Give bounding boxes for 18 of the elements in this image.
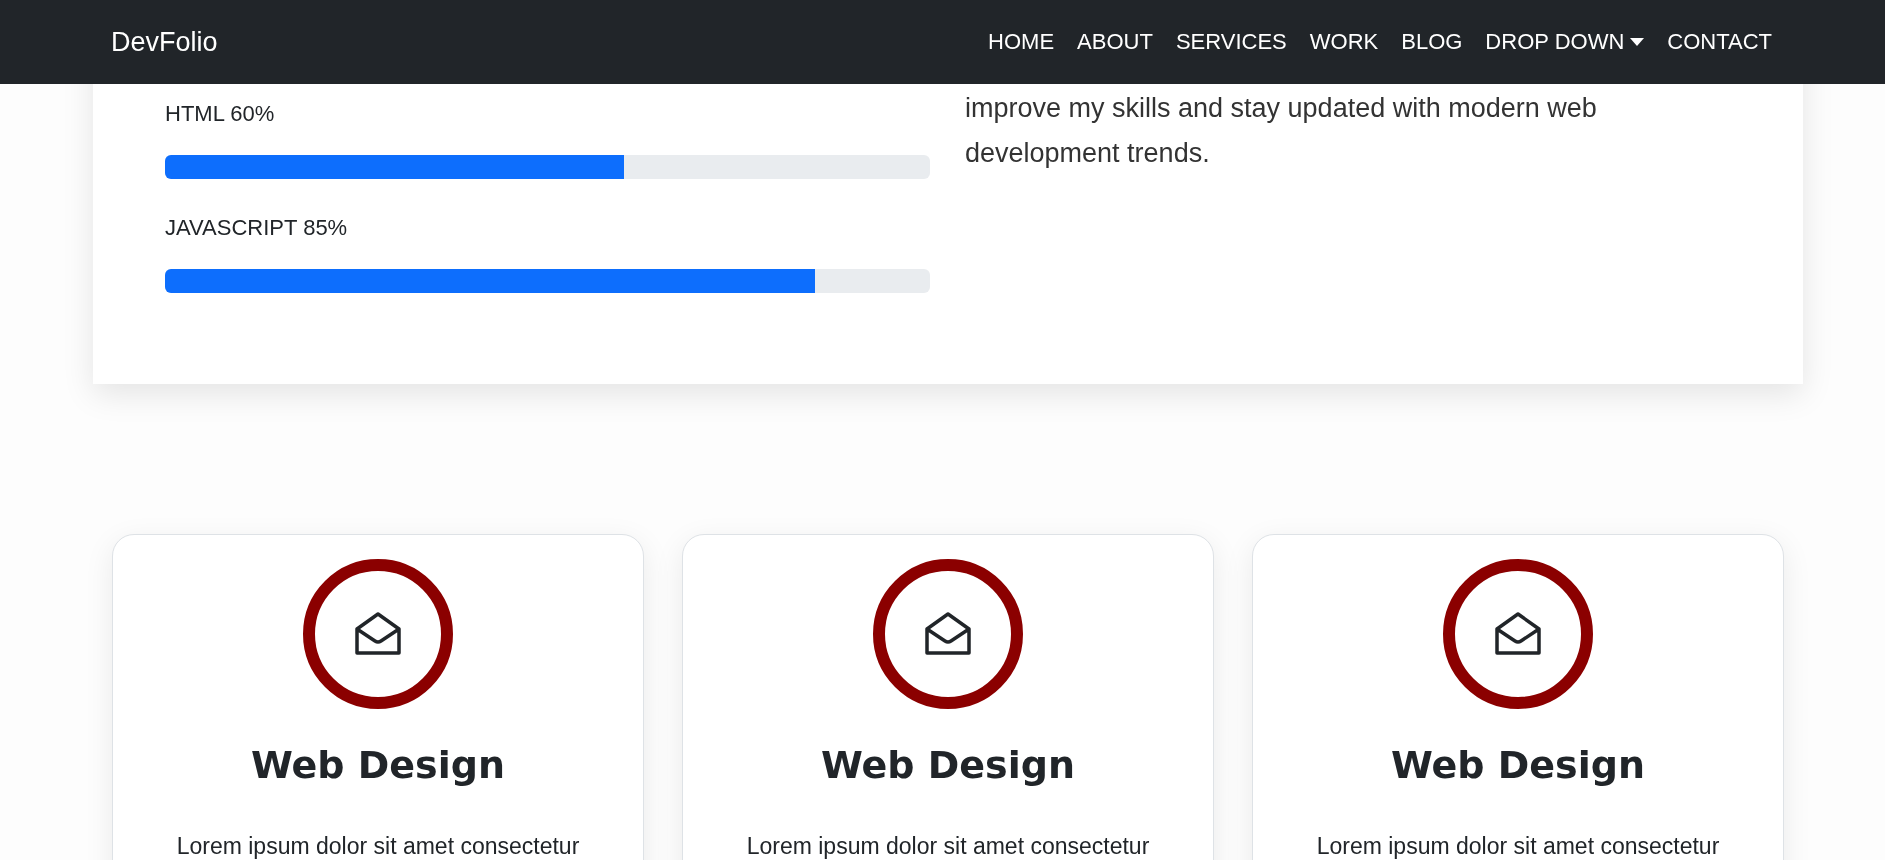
service-title: Web Design xyxy=(821,743,1075,787)
nav-link[interactable]: CONTACT xyxy=(1667,29,1772,55)
service-title: Web Design xyxy=(251,743,505,787)
service-text: Lorem ipsum dolor sit amet consectetur xyxy=(1316,833,1720,860)
nav-link[interactable]: BLOG xyxy=(1401,29,1463,55)
caret-icon xyxy=(1630,38,1645,46)
nav-link[interactable]: DROP DOWN xyxy=(1485,29,1645,55)
nav-link[interactable]: WORK xyxy=(1309,29,1379,55)
service-title: Web Design xyxy=(1391,743,1645,787)
nav-link[interactable]: ABOUT xyxy=(1077,29,1153,55)
about-text: improve my skills and stay updated with modern web development trends. xyxy=(965,92,1598,170)
nav-link[interactable]: SERVICES xyxy=(1175,29,1287,55)
service-text: Lorem ipsum dolor sit amet consectetur xyxy=(746,833,1150,860)
service-text: Lorem ipsum dolor sit amet consectetur xyxy=(176,833,580,860)
skill-label: HTML 60% xyxy=(165,101,276,127)
skill-label: JAVASCRIPT 85% xyxy=(165,215,349,241)
nav-link[interactable]: HOME xyxy=(988,29,1055,55)
brand-logo[interactable]: DevFolio xyxy=(111,26,218,58)
